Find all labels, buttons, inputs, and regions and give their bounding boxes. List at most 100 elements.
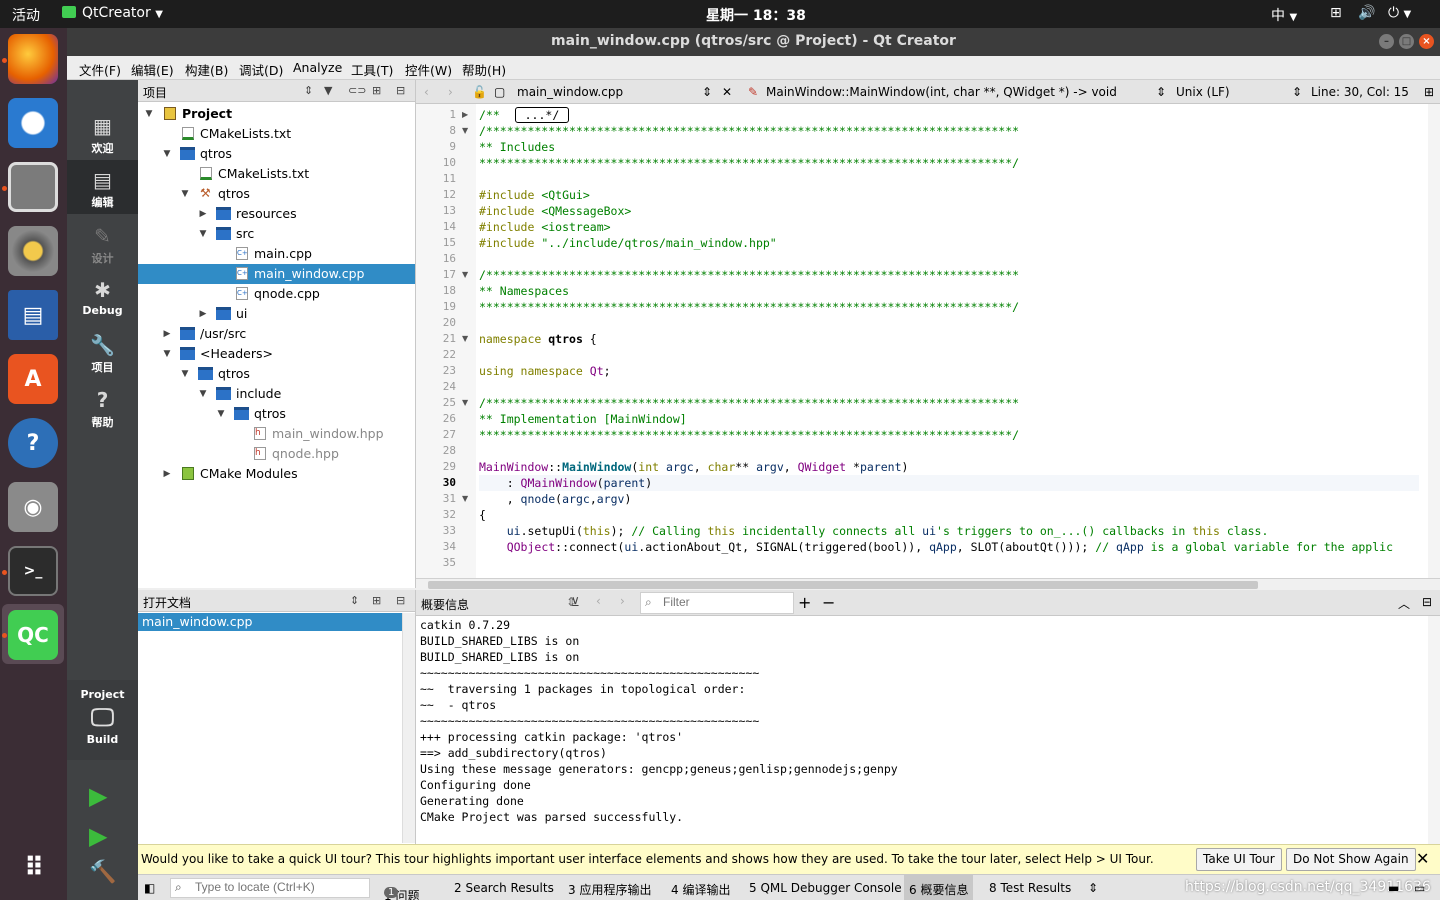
link-icon[interactable]: ⊂⊃ [348, 84, 366, 97]
qtcreator-icon[interactable]: QC [8, 610, 58, 660]
combo-arrows-icon[interactable]: ⇕ [1088, 881, 1098, 895]
code-line[interactable]: #include <iostream> [479, 219, 611, 235]
input-method-indicator[interactable]: 中 ▼ [1271, 5, 1297, 25]
split-icon[interactable]: ⊞ [1424, 85, 1434, 99]
fold-marker-icon[interactable]: ▶ [462, 107, 468, 123]
code-line[interactable]: /***************************************… [479, 123, 1019, 139]
run-icon[interactable]: ▶ [89, 782, 107, 810]
code-line[interactable]: ** Implementation [MainWindow] [479, 411, 687, 427]
mode-debug[interactable]: ✱ Debug [67, 270, 138, 324]
code-line[interactable]: ****************************************… [479, 427, 1019, 443]
code-line[interactable]: using namespace Qt; [479, 363, 611, 379]
close-document-icon[interactable]: ✕ [722, 85, 732, 99]
tree-item[interactable]: ▼ qtros [138, 404, 415, 424]
expand-arrow-icon[interactable]: ▼ [162, 344, 172, 364]
code-line[interactable]: QObject::connect(ui.actionAbout_Qt, SIGN… [479, 539, 1393, 555]
zoom-in-icon[interactable]: + [798, 593, 811, 612]
menu-build[interactable]: 构建(B) [185, 60, 228, 79]
collapse-arrow-icon[interactable]: ▶ [162, 464, 172, 484]
help-icon[interactable]: ? [8, 418, 58, 468]
tree-item[interactable]: h qnode.hpp [138, 444, 415, 464]
close-icon[interactable]: ✕ [1416, 849, 1429, 868]
zoom-out-icon[interactable]: − [822, 593, 835, 612]
combo-arrows-icon[interactable]: ⇕ [304, 84, 313, 97]
code-editor[interactable]: 1 ▶ 8 ▼ 9 10 11 12 13 14 15 16 17 ▼ 18 19 20 21 ▼ 22 23 24 25 ▼… [416, 104, 1440, 578]
collapse-arrow-icon[interactable]: ▶ [198, 304, 208, 324]
tree-item[interactable]: C+ qnode.cpp [138, 284, 415, 304]
combo-arrows-icon[interactable]: ⇕ [350, 594, 359, 607]
code-line[interactable]: #include <QtGui> [479, 187, 590, 203]
tree-item[interactable]: ▼ qtros [138, 364, 415, 384]
close-panel-icon[interactable]: ⊟ [396, 594, 405, 607]
do-not-show-again-button[interactable]: Do Not Show Again [1286, 848, 1416, 871]
code-line[interactable]: ** Includes [479, 139, 555, 155]
sidebar-toggle-icon[interactable]: ◧ [144, 881, 155, 895]
show-apps-icon[interactable]: ⠿ [8, 843, 58, 893]
code-line[interactable]: /***************************************… [479, 267, 1019, 283]
tree-item[interactable]: ▶ ui [138, 304, 415, 324]
previous-icon[interactable]: ‹ [596, 594, 601, 608]
close-icon[interactable]: × [1419, 34, 1434, 49]
clock[interactable]: 星期一 18：38 [706, 5, 806, 25]
tree-item[interactable]: C+ main_window.cpp [138, 264, 415, 284]
window-title-bar[interactable]: main_window.cpp (qtros/src @ Project) - … [67, 28, 1440, 56]
scrollbar-thumb[interactable] [428, 581, 1258, 589]
locator[interactable]: ⌕ [170, 878, 370, 898]
mode-projects[interactable]: 🔧 项目 [67, 325, 138, 379]
locator-input[interactable] [195, 880, 365, 894]
output-scrollbar[interactable] [1428, 616, 1440, 844]
menu-debug[interactable]: 调试(D) [239, 60, 283, 79]
menu-analyze[interactable]: Analyze [293, 60, 342, 75]
code-line[interactable]: ** Namespaces [479, 283, 569, 299]
tree-item[interactable]: ▶ CMake Modules [138, 464, 415, 484]
code-line[interactable]: /***************************************… [479, 395, 1019, 411]
expand-arrow-icon[interactable]: ▼ [216, 404, 226, 424]
thunderbird-icon[interactable] [8, 98, 58, 148]
code-line[interactable]: #include <QMessageBox> [479, 203, 631, 219]
minimize-icon[interactable]: – [1379, 34, 1394, 49]
software-center-icon[interactable]: A [8, 354, 58, 404]
close-panel-icon[interactable]: ⊟ [396, 84, 405, 97]
tree-item[interactable]: ▼ Project [138, 104, 415, 124]
tab-search-results[interactable]: 2 Search Results [454, 881, 554, 895]
open-document-item[interactable]: main_window.cpp [138, 613, 402, 631]
volume-icon[interactable]: 🔊 [1358, 5, 1375, 21]
code-line[interactable]: ****************************************… [479, 299, 1019, 315]
app-menu[interactable]: QtCreator ▼ [62, 5, 163, 21]
split-icon[interactable]: ⊞ [372, 84, 381, 97]
firefox-icon[interactable] [8, 34, 58, 84]
mode-welcome[interactable]: ▦ 欢迎 [67, 106, 138, 160]
editor-horizontal-scrollbar[interactable] [416, 578, 1440, 590]
tab-compile-output[interactable]: 4 编译输出 [671, 881, 730, 898]
line-ending-selector[interactable]: Unix (LF) [1176, 85, 1230, 99]
tree-item[interactable]: h main_window.hpp [138, 424, 415, 444]
camera-icon[interactable]: ◉ [8, 482, 58, 532]
fold-marker-icon[interactable]: ▼ [462, 331, 468, 347]
mode-design[interactable]: ✎ 设计 [67, 216, 138, 270]
menu-widgets[interactable]: 控件(W) [405, 60, 452, 79]
toggle-output-icon[interactable]: ▭ [1414, 881, 1425, 895]
collapse-arrow-icon[interactable]: ▶ [198, 204, 208, 224]
debug-run-icon[interactable]: ▶ [89, 822, 107, 850]
writer-icon[interactable]: ▤ [8, 290, 58, 340]
terminal-icon[interactable]: >_ [8, 546, 58, 596]
tree-item[interactable]: ▶ resources [138, 204, 415, 224]
close-pane-icon[interactable]: ⊟ [1422, 595, 1432, 609]
tab-qml-debugger-console[interactable]: 5 QML Debugger Console [749, 881, 902, 895]
code-line[interactable]: : QMainWindow(parent) [479, 475, 1419, 491]
code-line[interactable]: MainWindow::MainWindow(int argc, char** … [479, 459, 908, 475]
tree-item[interactable]: CMakeLists.txt [138, 164, 415, 184]
clear-icon[interactable]: ⊻ [571, 595, 580, 609]
code-line[interactable]: #include "../include/qtros/main_window.h… [479, 235, 777, 251]
code-line[interactable]: { [479, 507, 486, 523]
menu-tools[interactable]: 工具(T) [351, 60, 393, 79]
document-selector[interactable]: main_window.cpp [517, 85, 623, 99]
tab-application-output[interactable]: 3 应用程序输出 [568, 881, 651, 898]
tree-item[interactable]: ▼ include [138, 384, 415, 404]
tree-item[interactable]: ▼ <Headers> [138, 344, 415, 364]
fold-marker-icon[interactable]: ▼ [462, 123, 468, 139]
expand-arrow-icon[interactable]: ▼ [144, 104, 154, 124]
tab-test-results[interactable]: 8 Test Results [989, 881, 1071, 895]
forward-icon[interactable]: › [448, 85, 453, 99]
network-icon[interactable]: ⊞ [1330, 5, 1342, 21]
